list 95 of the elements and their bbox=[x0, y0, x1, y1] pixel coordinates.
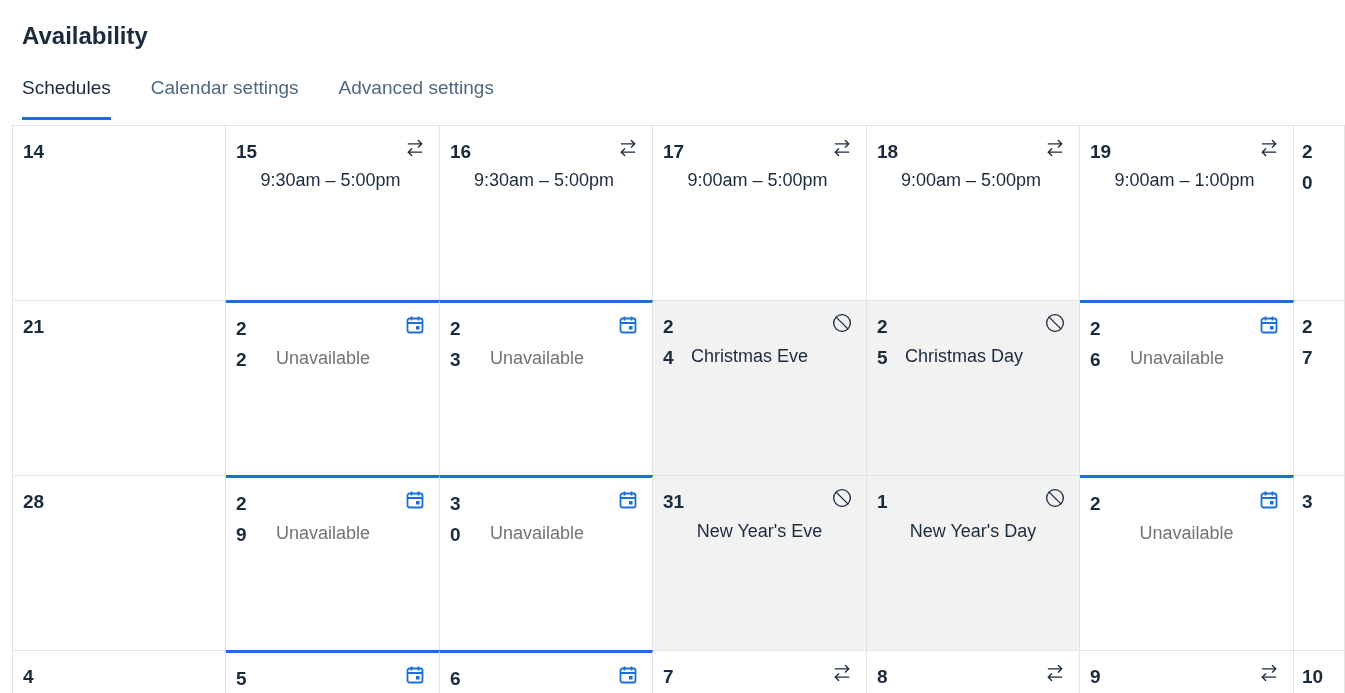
repeat-icon bbox=[832, 662, 852, 683]
blocked-icon bbox=[1045, 487, 1065, 508]
day-number: 8 bbox=[877, 664, 888, 689]
holiday-name: Christmas Day bbox=[905, 345, 1024, 366]
day-cell[interactable]: 24 Christmas Eve bbox=[653, 299, 867, 475]
day-number: 9 bbox=[1090, 664, 1101, 689]
unavailable-label: Unavailable bbox=[1139, 522, 1234, 543]
day-number: 28 bbox=[23, 489, 45, 514]
calendar-icon bbox=[618, 489, 638, 510]
day-cell[interactable]: 7 bbox=[653, 649, 867, 693]
day-number: 20 bbox=[1302, 139, 1314, 195]
holiday-name: Christmas Eve bbox=[691, 345, 809, 366]
day-cell[interactable]: 29 Unavailable bbox=[226, 474, 440, 650]
day-number: 17 bbox=[663, 139, 685, 164]
time-range: 9:30am – 5:00pm bbox=[473, 169, 615, 190]
day-number: 5 bbox=[236, 666, 247, 691]
calendar-icon bbox=[405, 664, 425, 685]
day-cell[interactable]: 4 bbox=[13, 649, 226, 693]
time-range: 9:30am – 5:00pm bbox=[260, 169, 401, 190]
day-cell[interactable]: 28 bbox=[13, 474, 226, 650]
day-cell[interactable]: 18 9:00am – 5:00pm bbox=[867, 124, 1080, 300]
day-number: 25 bbox=[877, 314, 889, 370]
repeat-icon bbox=[618, 137, 638, 158]
tab[interactable]: Schedules bbox=[22, 74, 111, 120]
calendar-icon bbox=[405, 314, 425, 335]
day-cell[interactable]: 16 9:30am – 5:00pm bbox=[440, 124, 653, 300]
page-title: Availability bbox=[22, 21, 148, 51]
day-cell[interactable]: 10 bbox=[1294, 649, 1345, 693]
day-cell[interactable]: 31 New Year's Eve bbox=[653, 474, 867, 650]
day-cell[interactable]: 15 9:30am – 5:00pm bbox=[226, 124, 440, 300]
calendar-icon bbox=[1259, 314, 1279, 335]
day-number: 21 bbox=[23, 314, 45, 339]
time-range: 9:00am – 5:00pm bbox=[687, 169, 828, 190]
day-number: 15 bbox=[236, 139, 258, 164]
day-number: 4 bbox=[23, 664, 34, 689]
repeat-icon bbox=[1045, 137, 1065, 158]
day-number: 30 bbox=[450, 491, 462, 547]
day-number: 29 bbox=[236, 491, 248, 547]
holiday-name: New Year's Day bbox=[909, 520, 1037, 541]
day-cell[interactable]: 2 Unavailable bbox=[1080, 474, 1294, 650]
day-cell[interactable]: 1 New Year's Day bbox=[867, 474, 1080, 650]
day-number: 23 bbox=[450, 316, 462, 372]
day-number: 27 bbox=[1302, 314, 1314, 370]
calendar-icon bbox=[1259, 489, 1279, 510]
day-number: 14 bbox=[23, 139, 45, 164]
day-cell[interactable]: 19 9:00am – 1:00pm bbox=[1080, 124, 1294, 300]
day-number: 24 bbox=[663, 314, 675, 370]
blocked-icon bbox=[1045, 312, 1065, 333]
tab[interactable]: Calendar settings bbox=[150, 74, 299, 120]
repeat-icon bbox=[1045, 662, 1065, 683]
day-number: 1 bbox=[877, 489, 888, 514]
holiday-name: New Year's Eve bbox=[696, 520, 823, 541]
day-cell[interactable]: 22 Unavailable bbox=[226, 299, 440, 475]
time-range: 9:00am – 1:00pm bbox=[1114, 169, 1255, 190]
repeat-icon bbox=[832, 137, 852, 158]
day-number: 19 bbox=[1090, 139, 1112, 164]
day-number: 31 bbox=[663, 489, 685, 514]
day-cell[interactable]: 23 Unavailable bbox=[440, 299, 653, 475]
tab[interactable]: Advanced settings bbox=[338, 74, 494, 120]
day-number: 2 bbox=[1090, 491, 1101, 516]
day-cell[interactable]: 6 bbox=[440, 649, 653, 693]
day-cell[interactable]: 14 bbox=[13, 124, 226, 300]
calendar-icon bbox=[618, 664, 638, 685]
unavailable-label: Unavailable bbox=[1130, 347, 1225, 368]
unavailable-label: Unavailable bbox=[490, 347, 585, 368]
calendar-icon bbox=[618, 314, 638, 335]
day-number: 22 bbox=[236, 316, 248, 372]
day-cell[interactable]: 3 bbox=[1294, 474, 1345, 650]
day-number: 6 bbox=[450, 666, 461, 691]
day-cell[interactable]: 21 bbox=[13, 299, 226, 475]
time-range: 9:00am – 5:00pm bbox=[900, 169, 1042, 190]
day-cell[interactable]: 5 bbox=[226, 649, 440, 693]
day-number: 16 bbox=[450, 139, 472, 164]
unavailable-label: Unavailable bbox=[490, 522, 585, 543]
day-cell[interactable]: 26 Unavailable bbox=[1080, 299, 1294, 475]
day-number: 7 bbox=[663, 664, 674, 689]
unavailable-label: Unavailable bbox=[276, 522, 371, 543]
blocked-icon bbox=[832, 312, 852, 333]
day-cell[interactable]: 17 9:00am – 5:00pm bbox=[653, 124, 867, 300]
blocked-icon bbox=[832, 487, 852, 508]
day-number: 26 bbox=[1090, 316, 1102, 372]
day-number: 10 bbox=[1302, 664, 1324, 689]
day-cell[interactable]: 30 Unavailable bbox=[440, 474, 653, 650]
unavailable-label: Unavailable bbox=[276, 347, 371, 368]
day-cell[interactable]: 20 bbox=[1294, 124, 1345, 300]
repeat-icon bbox=[405, 137, 425, 158]
day-number: 18 bbox=[877, 139, 899, 164]
calendar-icon bbox=[405, 489, 425, 510]
day-number: 3 bbox=[1302, 489, 1314, 514]
day-cell[interactable]: 27 bbox=[1294, 299, 1345, 475]
day-cell[interactable]: 9 bbox=[1080, 649, 1294, 693]
day-cell[interactable]: 8 bbox=[867, 649, 1080, 693]
day-cell[interactable]: 25 Christmas Day bbox=[867, 299, 1080, 475]
repeat-icon bbox=[1259, 137, 1279, 158]
repeat-icon bbox=[1259, 662, 1279, 683]
